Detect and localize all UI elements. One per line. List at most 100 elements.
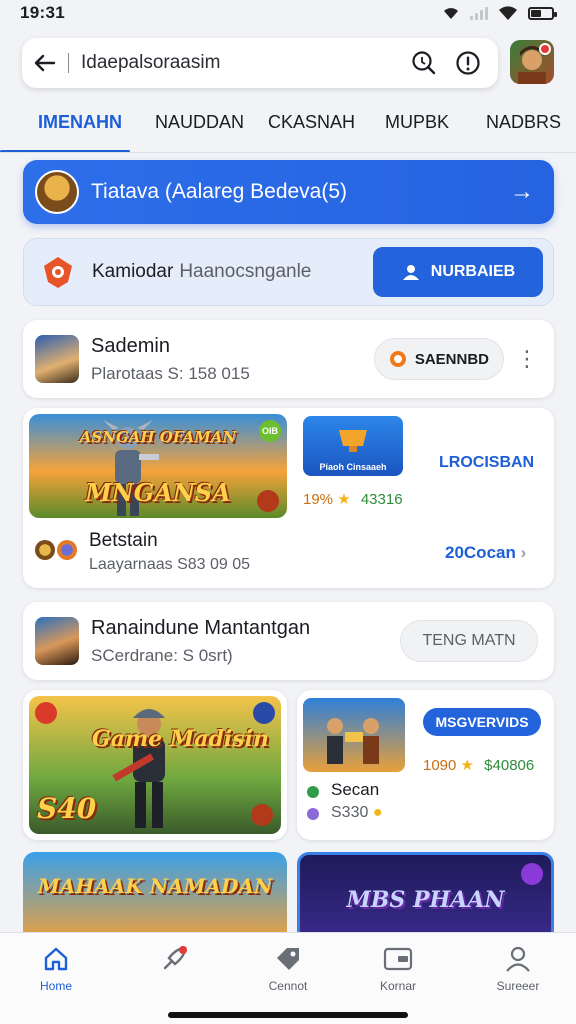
rating-count: $40806 (484, 757, 535, 774)
game-card-partial[interactable]: MAHAAK NAMADAN (23, 852, 287, 942)
game-name: Secan (331, 780, 380, 799)
status-dot (307, 808, 319, 820)
info-icon[interactable] (452, 47, 484, 79)
status-time: 19:31 (20, 3, 65, 22)
player-row[interactable]: Ranaindune Mantantgan SCerdrane: S 0srt)… (23, 602, 554, 680)
tab-0[interactable]: IMENAHN (38, 112, 122, 133)
corner-emblem-icon (35, 702, 57, 724)
player-tokens (35, 540, 77, 560)
nav-home[interactable]: Home (16, 941, 96, 993)
trophy-icon (339, 430, 367, 452)
game-side-label: LROCISBAN (439, 454, 535, 471)
player-info: SCerdrane: S 0srt) (91, 645, 233, 665)
tab-4[interactable]: NADBRS (486, 112, 561, 133)
search-bar: Idaepalsoraasim (22, 38, 498, 88)
system-icons (442, 5, 557, 21)
corner-emblem-icon (253, 702, 275, 724)
info-label: Kamiodar (92, 261, 174, 282)
game-card-partial[interactable]: MBS PHAAN (297, 852, 554, 942)
game-name: Betstain (89, 530, 158, 551)
game-thumbnail: Piaoh Cinsaaeh (303, 416, 403, 476)
profile-avatar[interactable] (510, 40, 554, 84)
game-link[interactable]: 20Cocan › (445, 543, 526, 563)
info-bar: Kamiodar Haanocsnganle NURBAIEB (23, 238, 554, 306)
info-action-button[interactable]: NURBAIEB (373, 247, 543, 297)
user-icon (402, 265, 419, 280)
search-input[interactable]: Idaepalsoraasim (81, 52, 396, 74)
profile-icon (478, 941, 558, 977)
info-sub: Haanocsnganle (179, 261, 312, 282)
game-art: Game Madisin S40 (29, 696, 281, 834)
promo-banner[interactable]: Tiatava (Aalareg Bedeva(5) → (23, 160, 554, 224)
game-rating: 19% ★ 43316 (303, 490, 403, 508)
nav-label: Home (39, 979, 72, 993)
game-badge: OIB (259, 420, 281, 442)
info-action-label: NURBAIEB (430, 263, 516, 280)
tab-bar: IMENAHN NAUDDAN CKASNAH MUPBK NADBRS (0, 104, 576, 154)
signal-icon (470, 6, 488, 20)
search-icon[interactable] (408, 47, 440, 79)
rating-count: 43316 (360, 491, 403, 508)
tab-2[interactable]: CKASNAH (268, 112, 355, 133)
player-info: Plarotaas S: 158 015 (91, 363, 250, 383)
rocket-icon (134, 941, 214, 977)
status-bar: 19:31 (0, 0, 576, 26)
wallet-icon (358, 941, 438, 977)
game-tag[interactable]: MSGVERVIDS (423, 708, 541, 736)
tab-1[interactable]: NAUDDAN (155, 112, 244, 133)
nav-rocket[interactable] (134, 941, 214, 979)
nav-label: Cennot (268, 979, 308, 993)
game-rating: 1090 ★ $40806 (423, 756, 534, 774)
player-avatar (35, 617, 79, 665)
player-action-label: SAENNBD (414, 350, 489, 368)
game-link-label: 20Cocan (445, 543, 516, 562)
game-art-title: Game Madisin (91, 726, 269, 752)
corner-emblem-icon (521, 863, 543, 885)
player-action-button[interactable]: TENG MATN (400, 620, 538, 662)
status-dot (307, 786, 319, 798)
game-art-subtitle: ASNGAH OFAMAN (79, 428, 237, 446)
nav-profile[interactable]: Sureeer (478, 941, 558, 993)
game-art-title: MBS PHAAN (346, 887, 505, 913)
player-row[interactable]: Sademin Plarotaas S: 158 015 SAENNBD ⋮ (23, 320, 554, 398)
player-avatar (35, 335, 79, 383)
back-arrow-icon[interactable] (32, 50, 58, 76)
tab-3[interactable]: MUPBK (385, 112, 449, 133)
wifi-strong-icon (499, 5, 517, 20)
home-icon (16, 941, 96, 977)
player-action-label: TENG MATN (422, 632, 516, 649)
game-card[interactable]: ASNGAH OFAMAN MNGANSA OIB Piaoh Cinsaaeh… (23, 408, 554, 588)
bottom-navigation: Home Cennot Kornar Sureeer (0, 932, 576, 1024)
shield-icon (38, 252, 78, 292)
corner-emblem-icon (251, 804, 273, 826)
coin-icon (389, 351, 406, 367)
battery-icon (528, 6, 557, 20)
rating-percent: 19% (303, 491, 334, 508)
nav-wallet[interactable]: Kornar (358, 941, 438, 993)
game-card[interactable]: Game Madisin S40 (23, 690, 287, 840)
player-action-button[interactable]: SAENNBD (373, 338, 504, 380)
star-icon: ★ (337, 491, 351, 508)
player-name: Sademin (91, 334, 170, 357)
tabs-divider (0, 152, 576, 153)
game-info: S330 ● (331, 804, 383, 822)
rating-percent: 1090 (423, 757, 457, 774)
game-info-value: S330 (331, 804, 369, 821)
coin-icon: ● (372, 804, 383, 821)
game-art: ASNGAH OFAMAN MNGANSA OIB (29, 414, 287, 518)
banner-text: Tiatava (Aalareg Bedeva(5) (91, 180, 348, 203)
game-art-title: MAHAAK NAMADAN (37, 874, 273, 898)
game-card[interactable]: MSGVERVIDS 1090 ★ $40806 Secan S330 ● (297, 690, 554, 840)
game-info: Laayarnaas S83 09 05 (89, 556, 251, 573)
thumbnail-caption: Piaoh Cinsaaeh (319, 462, 387, 472)
corner-emblem-icon (257, 490, 279, 512)
nav-tag[interactable]: Cennot (248, 941, 328, 993)
token-icon (57, 540, 77, 560)
notification-dot (539, 43, 551, 55)
game-art-title: MNGANSA (85, 478, 231, 507)
wifi-icon (444, 8, 458, 19)
banner-avatar (35, 170, 79, 214)
tag-icon (248, 941, 328, 977)
more-options-icon[interactable]: ⋮ (516, 346, 538, 372)
warrior-figure-icon (112, 709, 165, 828)
